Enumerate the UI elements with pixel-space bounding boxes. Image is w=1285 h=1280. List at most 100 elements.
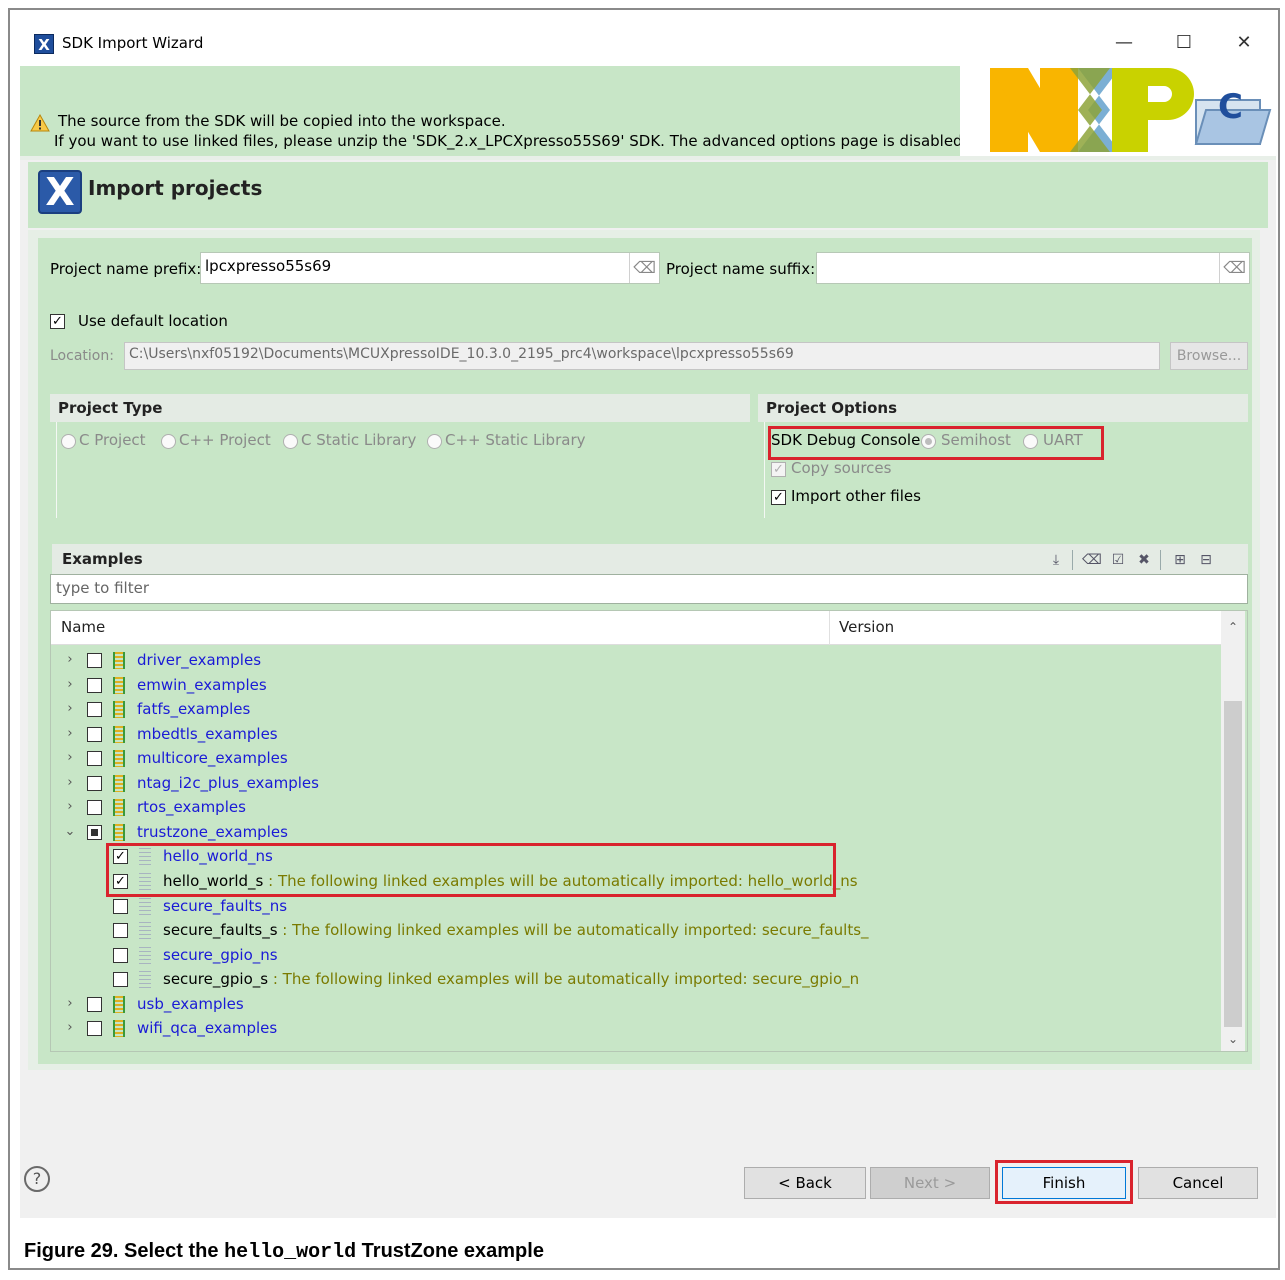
tree-row-note: : The following linked examples will be … [277, 921, 869, 940]
location-input[interactable]: C:\Users\nxf05192\Documents\MCUXpressoID… [124, 342, 1160, 370]
tree-row-checkbox[interactable] [87, 702, 102, 718]
example-category-icon [113, 1020, 125, 1038]
select-all-icon[interactable]: ☑ [1108, 550, 1128, 570]
example-project-icon [139, 946, 151, 964]
use-default-location-label: Use default location [78, 312, 228, 330]
collapse-arrow-icon[interactable]: › [63, 750, 77, 766]
caption-code: hello_world [224, 1241, 357, 1264]
tree-row-checkbox[interactable] [87, 653, 102, 668]
collapse-arrow-icon[interactable]: › [63, 726, 77, 742]
tree-row[interactable]: › wifi_qca_examples [51, 1017, 1221, 1041]
app-icon: X [34, 34, 54, 54]
radio-cpp-static-library[interactable] [427, 434, 442, 449]
scroll-down-icon[interactable]: ⌄ [1221, 1027, 1245, 1051]
tree-row-checkbox[interactable] [113, 898, 128, 914]
cancel-button[interactable]: Cancel [1138, 1167, 1258, 1199]
tree-row-checkbox[interactable] [113, 947, 128, 963]
use-default-location-checkbox[interactable]: ✓ [50, 314, 65, 329]
collapse-arrow-icon[interactable]: › [63, 996, 77, 1012]
tree-scrollbar[interactable]: ⌃ ⌄ [1221, 611, 1245, 1051]
tree-row-name: driver_examples [137, 651, 262, 669]
column-name-header[interactable]: Name [61, 618, 105, 636]
project-name-prefix-input[interactable]: lpcxpresso55s69 ⌫ [200, 252, 660, 284]
caption-suffix: TrustZone example [356, 1240, 544, 1262]
tree-row-checkbox[interactable] [87, 751, 102, 767]
title-bar: X SDK Import Wizard — ☐ ✕ [20, 18, 1276, 66]
window-title: SDK Import Wizard [62, 34, 204, 52]
copy-sources-checkbox[interactable]: ✓ [771, 462, 786, 477]
minimize-button[interactable]: — [1104, 28, 1144, 58]
radio-c-static-library[interactable] [283, 434, 298, 449]
tree-row-checkbox[interactable] [113, 923, 128, 939]
project-type-title: Project Type [50, 394, 750, 422]
tree-row-checkbox[interactable] [87, 800, 102, 816]
deselect-all-icon[interactable]: ✖ [1134, 550, 1154, 570]
tree-row-checkbox[interactable] [87, 824, 102, 840]
tree-row-checkbox[interactable] [113, 972, 128, 988]
collapse-arrow-icon[interactable]: › [63, 652, 77, 668]
toolbar-separator [1072, 550, 1073, 570]
tree-row-name: emwin_examples [137, 675, 267, 694]
example-project-icon [139, 971, 151, 989]
collapse-arrow-icon[interactable]: › [63, 677, 77, 693]
banner-line-2: If you want to use linked files, please … [54, 132, 1008, 150]
tree-row-name: secure_gpio_ns [163, 945, 278, 964]
example-category-icon [113, 823, 125, 841]
expand-arrow-icon[interactable]: ⌄ [63, 824, 77, 840]
clear-suffix-icon[interactable]: ⌫ [1219, 253, 1249, 283]
tree-row-checkbox[interactable] [87, 726, 102, 742]
tree-row[interactable]: secure_faults_ns [51, 895, 1221, 919]
project-type-group: Project Type C Project C++ Project C Sta… [50, 394, 750, 518]
collapse-arrow-icon[interactable]: › [63, 799, 77, 815]
tree-row-checkbox[interactable] [87, 677, 102, 693]
tree-row[interactable]: ⌄ trustzone_examples [51, 821, 1221, 845]
tree-row-checkbox[interactable] [87, 1021, 102, 1037]
clear-prefix-icon[interactable]: ⌫ [629, 253, 659, 283]
c-project-label: C Project [79, 431, 146, 449]
radio-cpp-project[interactable] [161, 434, 176, 449]
back-button[interactable]: < Back [744, 1167, 866, 1199]
tree-row-checkbox[interactable] [87, 996, 102, 1012]
tree-row[interactable]: › fatfs_examples [51, 698, 1221, 722]
banner-line-1: The source from the SDK will be copied i… [58, 112, 506, 130]
collapse-arrow-icon[interactable]: › [63, 701, 77, 717]
import-from-file-icon[interactable]: ⤓ [1046, 550, 1066, 570]
tree-row[interactable]: › ntag_i2c_plus_examples [51, 772, 1221, 796]
collapse-all-icon[interactable]: ⊟ [1196, 550, 1216, 570]
tree-row[interactable]: › driver_examples [51, 649, 1221, 673]
tree-row-checkbox[interactable] [87, 775, 102, 791]
tree-row[interactable]: secure_gpio_s : The following linked exa… [51, 968, 1221, 992]
tree-row-name: secure_faults_s [163, 921, 278, 940]
expand-all-icon[interactable]: ⊞ [1170, 550, 1190, 570]
tree-row-name: rtos_examples [137, 798, 246, 817]
next-button[interactable]: Next > [870, 1167, 990, 1199]
collapse-arrow-icon[interactable]: › [63, 775, 77, 791]
maximize-button[interactable]: ☐ [1164, 28, 1204, 58]
radio-c-project[interactable] [61, 434, 76, 449]
help-icon[interactable]: ? [24, 1166, 50, 1192]
tree-header: Name Version [51, 611, 1221, 645]
tree-row[interactable]: › usb_examples [51, 993, 1221, 1017]
c-static-library-label: C Static Library [301, 431, 417, 449]
info-banner: The source from the SDK will be copied i… [20, 66, 1276, 156]
column-version-header[interactable]: Version [839, 618, 894, 636]
column-divider [829, 611, 830, 645]
tree-row[interactable]: › rtos_examples [51, 796, 1221, 820]
scroll-up-icon[interactable]: ⌃ [1221, 615, 1245, 639]
tree-row[interactable]: › emwin_examples [51, 674, 1221, 698]
import-other-files-checkbox[interactable]: ✓ [771, 490, 786, 505]
close-button[interactable]: ✕ [1224, 28, 1264, 58]
import-projects-icon: X [38, 170, 82, 214]
scroll-thumb[interactable] [1224, 701, 1242, 1027]
tree-row[interactable]: › mbedtls_examples [51, 723, 1221, 747]
clear-filter-icon[interactable]: ⌫ [1082, 550, 1102, 570]
collapse-arrow-icon[interactable]: › [63, 1020, 77, 1036]
browse-button[interactable]: Browse... [1170, 342, 1248, 370]
tree-row[interactable]: secure_gpio_ns [51, 944, 1221, 968]
prefix-label: Project name prefix: [50, 260, 202, 278]
tree-row[interactable]: secure_faults_s : The following linked e… [51, 919, 1221, 943]
examples-filter-input[interactable]: type to filter [50, 574, 1248, 604]
example-category-icon [113, 750, 125, 768]
tree-row[interactable]: › multicore_examples [51, 747, 1221, 771]
project-name-suffix-input[interactable]: ⌫ [816, 252, 1250, 284]
